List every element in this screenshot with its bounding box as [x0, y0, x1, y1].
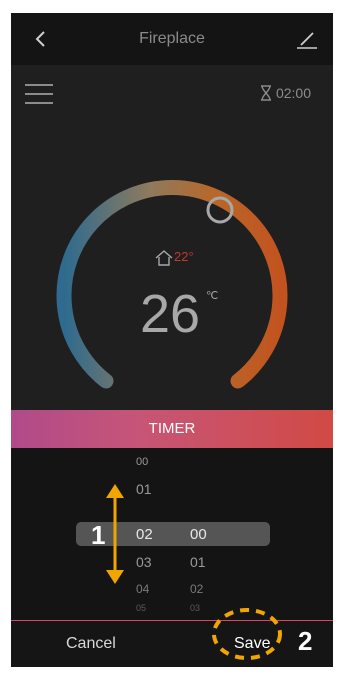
- minute-selected[interactable]: 00: [190, 526, 230, 543]
- edit-icon[interactable]: [295, 27, 319, 51]
- set-temp: 26: [140, 284, 201, 344]
- minute-option[interactable]: 01: [190, 554, 230, 570]
- home-icon: [155, 250, 173, 266]
- hour-option[interactable]: 00: [136, 456, 176, 468]
- app-screen: Fireplace 02:00 22° 26 ℃ TIMER 00 01 02 …: [11, 13, 333, 667]
- save-highlight-ring: [212, 608, 282, 660]
- cancel-button[interactable]: Cancel: [66, 635, 116, 653]
- time-picker[interactable]: 00 01 02 03 04 05 00 01 02 03: [11, 448, 333, 620]
- hour-selected[interactable]: 02: [136, 526, 176, 543]
- timer-header: TIMER: [11, 410, 333, 448]
- top-bar: Fireplace: [11, 13, 333, 65]
- current-temp: 22°: [174, 249, 194, 264]
- temp-unit: ℃: [206, 290, 219, 302]
- timer-value: 02:00: [275, 85, 311, 101]
- minute-option[interactable]: 02: [190, 582, 230, 596]
- page-title: Fireplace: [139, 30, 205, 47]
- step-2-label: 2: [298, 626, 313, 656]
- hour-option[interactable]: 03: [136, 554, 176, 570]
- menu-icon[interactable]: [25, 83, 55, 105]
- hour-option[interactable]: 04: [136, 582, 176, 596]
- hour-option[interactable]: 05: [136, 603, 176, 613]
- hourglass-icon: [260, 85, 271, 101]
- scroll-arrow-icon: [106, 484, 124, 584]
- timer-status[interactable]: 02:00: [259, 85, 311, 101]
- hour-option[interactable]: 01: [136, 481, 176, 497]
